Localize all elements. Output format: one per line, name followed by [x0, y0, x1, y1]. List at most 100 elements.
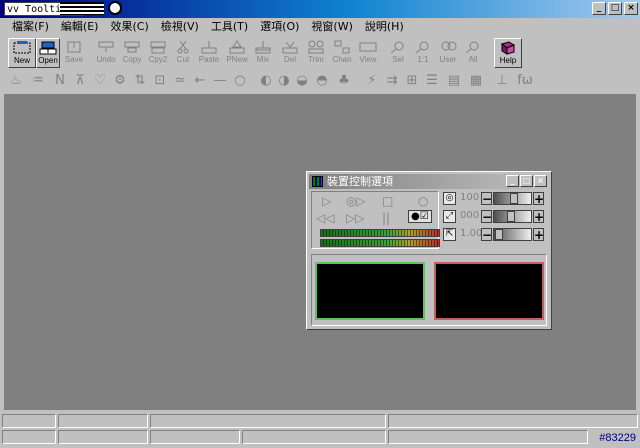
- copy-label: Copy: [122, 55, 142, 64]
- volume-icon[interactable]: ◎: [443, 192, 456, 205]
- trim-button[interactable]: Trim: [304, 38, 328, 68]
- delete-button[interactable]: Del: [278, 38, 302, 68]
- maximize-button[interactable]: □: [608, 2, 622, 15]
- effect-tool-3-icon[interactable]: N: [52, 73, 68, 89]
- effect-tool-20-icon[interactable]: ⊞: [404, 73, 420, 89]
- status-bar: #83229: [0, 412, 640, 448]
- record-play-icon[interactable]: ◎▷: [346, 194, 366, 208]
- effect-tool-18-icon[interactable]: ⚡: [364, 73, 380, 89]
- effect-tool-5-icon[interactable]: ♡: [92, 73, 108, 89]
- play-icon[interactable]: ▷: [322, 194, 331, 208]
- zoom-1-1-button[interactable]: 1:1: [412, 38, 434, 68]
- slider-1-increase-button[interactable]: +: [533, 192, 544, 205]
- menu-edit[interactable]: 編輯(E): [55, 18, 105, 36]
- title-bar[interactable]: vv Tooltip _ □ ×: [0, 0, 640, 18]
- effect-tool-16-icon[interactable]: ◓: [314, 73, 330, 89]
- dialog-minimize-button[interactable]: _: [506, 175, 519, 187]
- slider-3-increase-button[interactable]: +: [533, 228, 544, 241]
- copy2-icon: [150, 41, 166, 54]
- monitor-toggle[interactable]: ●☑: [408, 210, 432, 223]
- effect-tool-17-icon[interactable]: ♣: [336, 73, 352, 89]
- slider-3-track[interactable]: [493, 228, 532, 241]
- slider-row-2: ⤢ 000 − +: [443, 209, 547, 225]
- level-meter-right: [320, 239, 440, 247]
- pause-icon[interactable]: ||: [382, 211, 390, 225]
- slider-1-decrease-button[interactable]: −: [481, 192, 492, 205]
- effect-tool-8-icon[interactable]: ⊡: [152, 73, 168, 89]
- effect-tool-21-icon[interactable]: ☰: [424, 73, 440, 89]
- save-button[interactable]: Save: [62, 38, 86, 68]
- effect-tool-7-icon[interactable]: ⇅: [132, 73, 148, 89]
- close-button[interactable]: ×: [624, 2, 638, 15]
- effect-tool-11-icon[interactable]: —: [212, 73, 228, 89]
- paste-button[interactable]: Paste: [196, 38, 222, 68]
- slider-2-decrease-button[interactable]: −: [481, 210, 492, 223]
- slider-2-increase-button[interactable]: +: [533, 210, 544, 223]
- menu-view[interactable]: 檢視(V): [155, 18, 205, 36]
- menu-effects[interactable]: 效果(C): [104, 18, 154, 36]
- dialog-title-bar[interactable]: 裝置控制選項 _ □ ×: [309, 174, 549, 189]
- copy-button[interactable]: Copy: [120, 38, 144, 68]
- effect-tool-4-icon[interactable]: ⊼: [72, 73, 88, 89]
- paste-new-button[interactable]: PNew: [224, 38, 250, 68]
- slider-2-value: 000: [460, 210, 480, 221]
- effect-tool-25-icon[interactable]: fω: [514, 73, 536, 89]
- slider-1-knob[interactable]: [510, 193, 518, 204]
- cut-button[interactable]: Cut: [172, 38, 194, 68]
- stop-icon[interactable]: □: [382, 194, 393, 208]
- mix-button[interactable]: Mix: [252, 38, 274, 68]
- select-button[interactable]: Sel: [386, 38, 410, 68]
- effect-tool-13-icon[interactable]: ◐: [258, 73, 274, 89]
- speed-icon[interactable]: ⇱: [443, 228, 456, 241]
- copy2-button[interactable]: Cpy2: [146, 38, 170, 68]
- menu-window[interactable]: 視窗(W): [305, 18, 358, 36]
- status-cell-9: [388, 430, 588, 444]
- cut-label: Cut: [176, 55, 190, 64]
- effect-tool-24-icon[interactable]: ⊥: [494, 73, 510, 89]
- main-toolbar: New Open Save Undo Copy Cpy2 Cut Paste P…: [4, 38, 636, 68]
- menu-options[interactable]: 選項(O): [254, 18, 305, 36]
- status-cell-7: [150, 430, 240, 444]
- effect-tool-9-icon[interactable]: ≃: [172, 73, 188, 89]
- slider-3-decrease-button[interactable]: −: [481, 228, 492, 241]
- minimize-button[interactable]: _: [592, 2, 606, 15]
- slider-3-knob[interactable]: [495, 229, 503, 240]
- effect-tool-10-icon[interactable]: ←: [192, 73, 208, 89]
- channel-button[interactable]: Chan: [330, 38, 354, 68]
- delete-icon: [282, 41, 298, 54]
- effect-tool-22-icon[interactable]: ▤: [446, 73, 462, 89]
- zoom-all-button[interactable]: All: [462, 38, 484, 68]
- level-meter-left: [320, 229, 440, 237]
- effect-tool-23-icon[interactable]: ▦: [468, 73, 484, 89]
- view-button[interactable]: View: [356, 38, 380, 68]
- menu-help[interactable]: 說明(H): [359, 18, 410, 36]
- scissors-icon: [177, 40, 189, 54]
- dialog-close-button[interactable]: ×: [534, 175, 547, 187]
- slider-2-knob[interactable]: [507, 211, 515, 222]
- effect-tool-19-icon[interactable]: ⇉: [384, 73, 400, 89]
- effect-tool-15-icon[interactable]: ◒: [294, 73, 310, 89]
- new-file-icon: [13, 41, 31, 54]
- rewind-icon[interactable]: ◁◁: [316, 211, 334, 225]
- open-button[interactable]: Open: [36, 38, 60, 68]
- dialog-title: 裝置控制選項: [327, 175, 393, 188]
- zoom-user-button[interactable]: User: [436, 38, 460, 68]
- effect-tool-1-icon[interactable]: ♨: [8, 73, 24, 89]
- effect-tool-12-icon[interactable]: ○: [232, 73, 248, 89]
- menu-tools[interactable]: 工具(T): [205, 18, 254, 36]
- effect-tool-14-icon[interactable]: ◑: [276, 73, 292, 89]
- menu-file[interactable]: 檔案(F): [6, 18, 55, 36]
- help-button[interactable]: Help: [494, 38, 522, 68]
- effect-tool-6-icon[interactable]: ⚙: [112, 73, 128, 89]
- slider-2-track[interactable]: [493, 210, 532, 223]
- undo-button[interactable]: Undo: [94, 38, 118, 68]
- record-icon[interactable]: ○: [418, 194, 428, 208]
- effect-tool-2-icon[interactable]: ♒: [30, 73, 46, 89]
- balance-icon[interactable]: ⤢: [443, 210, 456, 223]
- new-button[interactable]: New: [8, 38, 36, 68]
- fast-forward-icon[interactable]: ▷▷: [346, 211, 364, 225]
- slider-1-track[interactable]: [493, 192, 532, 205]
- dialog-maximize-button[interactable]: □: [520, 175, 533, 187]
- status-tag: #83229: [599, 432, 636, 444]
- save-label: Save: [64, 55, 84, 64]
